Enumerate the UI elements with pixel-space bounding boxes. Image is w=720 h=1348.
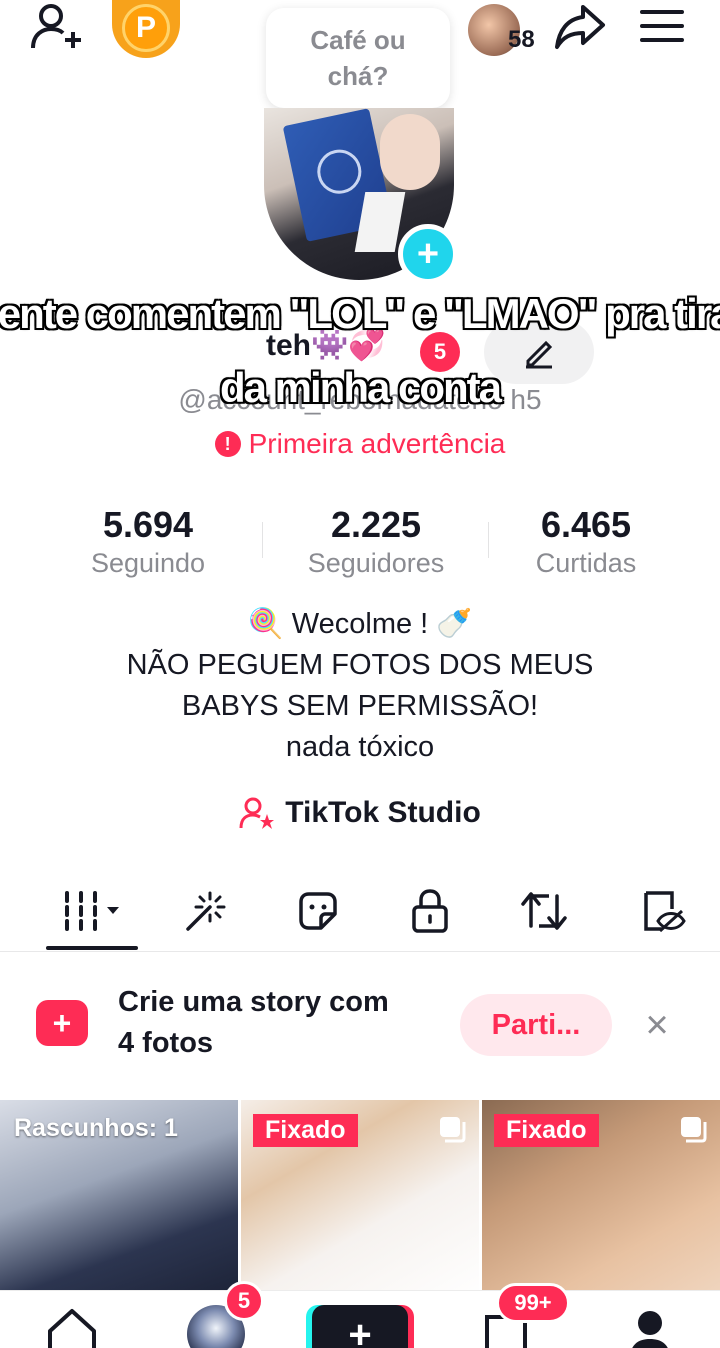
video-thumbnail-drafts[interactable]: Rascunhos: 1 bbox=[0, 1100, 238, 1300]
drafts-label: Rascunhos: 1 bbox=[14, 1114, 178, 1142]
friends-badge: 5 bbox=[224, 1281, 264, 1321]
video-thumbnail-pinned[interactable]: Fixado bbox=[482, 1100, 720, 1300]
bio-line: nada tóxico bbox=[285, 731, 435, 763]
tiktok-studio-link[interactable]: TikTok Studio bbox=[0, 796, 720, 830]
stat-value: 6.465 bbox=[540, 504, 632, 545]
coin-label: P bbox=[122, 4, 170, 52]
add-friend-icon[interactable] bbox=[28, 2, 84, 52]
story-prompt-line: 4 fotos bbox=[118, 1027, 214, 1059]
stat-following[interactable]: 5.694 Seguindo bbox=[38, 504, 258, 579]
profile-bio: 🍭 Wecolme ! 🍼 NÃO PEGUEM FOTOS DOS MEUS … bbox=[0, 604, 720, 768]
multi-photo-icon bbox=[440, 1117, 466, 1143]
warning-link[interactable]: ! Primeira advertência bbox=[0, 428, 720, 460]
stat-followers[interactable]: 2.225 Seguidores bbox=[266, 504, 486, 579]
menu-icon[interactable] bbox=[636, 4, 688, 48]
bottom-navigation: 5 + 99+ bbox=[0, 1281, 720, 1348]
tab-liked[interactable] bbox=[612, 872, 712, 950]
active-tab-indicator bbox=[46, 946, 138, 950]
pinned-badge: Fixado bbox=[494, 1114, 599, 1147]
lock-icon bbox=[412, 889, 448, 933]
tab-reposts[interactable] bbox=[494, 872, 594, 950]
profile-stats: 5.694 Seguindo 2.225 Seguidores 6.465 Cu… bbox=[0, 504, 720, 584]
story-plus-icon: + bbox=[36, 1000, 88, 1046]
add-story-button[interactable]: + bbox=[398, 224, 458, 284]
warning-label: Primeira advertência bbox=[248, 428, 506, 459]
studio-label: TikTok Studio bbox=[285, 796, 481, 829]
nav-profile[interactable] bbox=[618, 1291, 682, 1348]
stat-value: 5.694 bbox=[102, 504, 194, 545]
video-thumbnail-pinned[interactable]: Fixado bbox=[241, 1100, 479, 1300]
stat-label: Curtidas bbox=[535, 548, 637, 578]
friends-count: 58 bbox=[508, 26, 535, 53]
tab-private[interactable] bbox=[380, 872, 480, 950]
story-prompt-text: Crie uma story com 4 fotos bbox=[118, 982, 389, 1064]
alert-icon: ! bbox=[214, 431, 241, 457]
note-bubble[interactable]: Café ou chá? bbox=[266, 8, 450, 108]
coin-button[interactable]: P bbox=[112, 0, 180, 58]
stat-divider bbox=[262, 522, 263, 558]
magic-wand-icon bbox=[186, 891, 226, 931]
stat-likes[interactable]: 6.465 Curtidas bbox=[476, 504, 696, 579]
studio-user-star-icon bbox=[239, 797, 275, 829]
bio-line: 🍭 Wecolme ! 🍼 bbox=[247, 608, 473, 640]
inbox-badge: 99+ bbox=[496, 1283, 570, 1323]
story-prompt-card: + Crie uma story com 4 fotos Parti... × bbox=[0, 960, 720, 1090]
create-button[interactable]: + bbox=[312, 1305, 408, 1348]
video-grid: Rascunhos: 1 Fixado Fixado bbox=[0, 1100, 720, 1300]
bio-line: NÃO PEGUEM FOTOS DOS MEUS bbox=[126, 649, 594, 681]
content-tabs bbox=[0, 872, 720, 952]
tab-videos[interactable] bbox=[44, 872, 144, 950]
overlay-caption-line1: gente comentem "LOL" e "LMAO" pra tirar bbox=[0, 289, 720, 338]
tab-stickers[interactable] bbox=[268, 872, 368, 950]
nav-home[interactable] bbox=[40, 1291, 104, 1348]
tab-effects[interactable] bbox=[154, 872, 254, 950]
grid-bars-icon bbox=[65, 891, 119, 931]
overlay-caption-line2: da minha conta bbox=[219, 363, 503, 412]
pinned-badge: Fixado bbox=[253, 1114, 358, 1147]
repost-icon bbox=[521, 892, 567, 930]
stat-label: Seguidores bbox=[307, 548, 445, 578]
note-text: Café ou chá? bbox=[310, 25, 406, 91]
sticker-icon bbox=[299, 892, 337, 930]
multi-photo-icon bbox=[681, 1117, 707, 1143]
close-icon[interactable]: × bbox=[636, 1003, 678, 1047]
stat-value: 2.225 bbox=[330, 504, 422, 545]
profile-icon bbox=[632, 1311, 668, 1348]
home-icon bbox=[48, 1309, 96, 1348]
avatar-photo-face bbox=[380, 114, 440, 190]
story-prompt-line: Crie uma story com bbox=[118, 986, 389, 1018]
bio-line: BABYS SEM PERMISSÃO! bbox=[181, 690, 539, 722]
hidden-likes-icon bbox=[644, 891, 686, 933]
stat-label: Seguindo bbox=[90, 548, 206, 578]
start-story-button[interactable]: Parti... bbox=[460, 994, 612, 1056]
share-icon[interactable] bbox=[552, 2, 608, 52]
